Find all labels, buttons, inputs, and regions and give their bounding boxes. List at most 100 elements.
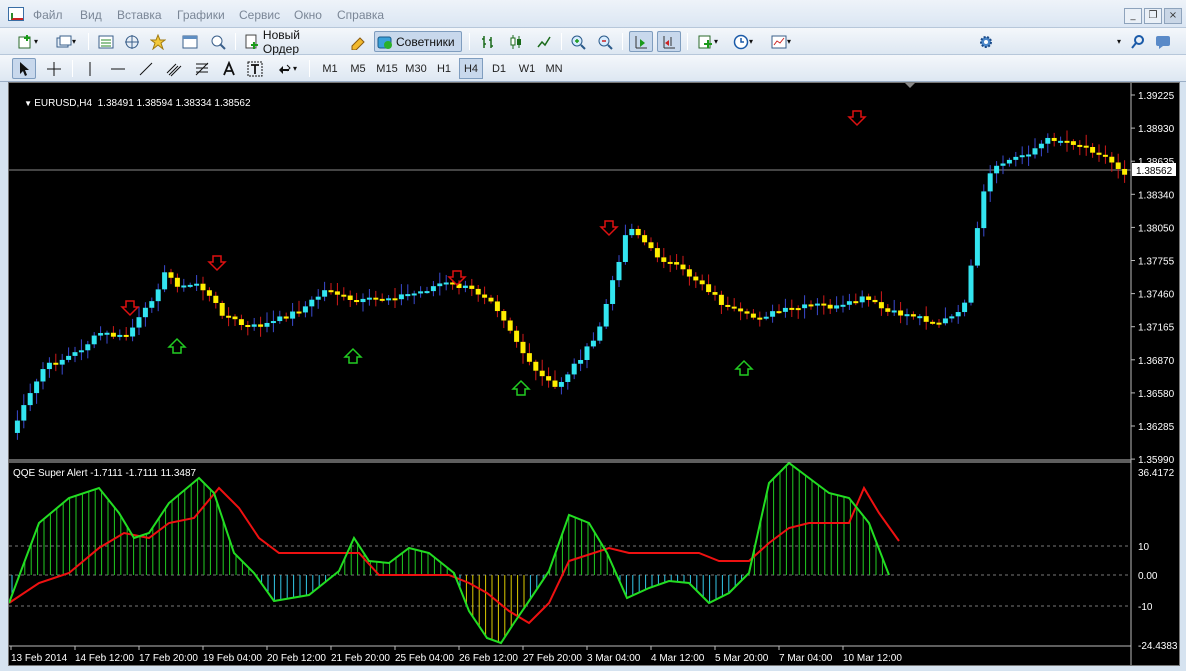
candles bbox=[14, 130, 1128, 440]
candle-body bbox=[488, 297, 494, 302]
zoom-out-button[interactable] bbox=[594, 31, 616, 52]
search-dropdown[interactable]: ▾ bbox=[1112, 31, 1126, 52]
trendline-icon bbox=[139, 62, 153, 75]
candle-body bbox=[405, 294, 411, 297]
symbol-header: ▼ EURUSD,H4 1.38491 1.38594 1.38334 1.38… bbox=[24, 98, 251, 109]
candle-body bbox=[98, 333, 104, 336]
new-order-button[interactable]: Новый Ордер bbox=[241, 28, 344, 56]
close-button[interactable]: × bbox=[1164, 8, 1182, 24]
separator bbox=[72, 60, 73, 77]
chart-shift-button[interactable] bbox=[657, 31, 681, 52]
timeframe-mn[interactable]: MN bbox=[542, 58, 566, 79]
candle-body bbox=[72, 352, 78, 356]
candle-body bbox=[443, 282, 449, 285]
candle-body bbox=[949, 316, 955, 319]
app-icon[interactable] bbox=[8, 7, 24, 21]
price-tick-label: 1.39225 bbox=[1138, 91, 1175, 102]
restore-button[interactable]: ❐ bbox=[1144, 8, 1162, 24]
indicator-axis-label: 0.00 bbox=[1138, 571, 1158, 582]
candle-body bbox=[366, 297, 372, 300]
experts-button[interactable]: Советники bbox=[374, 31, 462, 52]
arrows-button[interactable]: ▾ bbox=[272, 58, 302, 79]
chat-button[interactable] bbox=[1152, 31, 1174, 52]
auto-scroll-button[interactable] bbox=[629, 31, 653, 52]
candle-body bbox=[891, 310, 897, 313]
candle-body bbox=[866, 296, 872, 300]
candle-body bbox=[1058, 140, 1064, 143]
timeframe-m30[interactable]: M30 bbox=[402, 58, 430, 79]
timeframe-m15[interactable]: M15 bbox=[373, 58, 401, 79]
qqe-slow-line bbox=[9, 485, 900, 625]
tester-button[interactable] bbox=[207, 31, 229, 52]
symbol-header-text: EURUSD,H4 1.38491 1.38594 1.38334 1.3856… bbox=[34, 98, 251, 109]
candlestick-button[interactable] bbox=[504, 31, 528, 52]
candle-body bbox=[1090, 147, 1096, 153]
menu-help[interactable]: Справка bbox=[337, 8, 384, 22]
menu-charts[interactable]: Графики bbox=[177, 8, 225, 22]
menu-window[interactable]: Окно bbox=[294, 8, 322, 22]
minimize-button[interactable]: _ bbox=[1124, 8, 1142, 24]
timeframe-w1[interactable]: W1 bbox=[515, 58, 539, 79]
separator bbox=[235, 33, 236, 50]
menu-insert[interactable]: Вставка bbox=[117, 8, 162, 22]
timeframe-m1[interactable]: M1 bbox=[317, 58, 343, 79]
horizontal-line-icon bbox=[111, 68, 125, 69]
line-chart-button[interactable] bbox=[532, 31, 556, 52]
terminal-button[interactable] bbox=[179, 31, 201, 52]
time-tick-label: 27 Feb 20:00 bbox=[523, 653, 582, 664]
price-tick-label: 1.37165 bbox=[1138, 323, 1175, 334]
new-chart-button[interactable]: ▾ bbox=[12, 31, 44, 52]
vertical-line-button[interactable] bbox=[78, 58, 102, 79]
navigator-icon bbox=[125, 34, 139, 49]
settings-button[interactable] bbox=[976, 31, 996, 52]
menu-file[interactable]: Файл bbox=[33, 8, 63, 22]
candle-body bbox=[930, 321, 936, 324]
indicators-button[interactable]: ▾ bbox=[693, 31, 723, 52]
navigator-button[interactable] bbox=[121, 31, 143, 52]
candle-body bbox=[1038, 143, 1044, 149]
candle-body bbox=[501, 311, 507, 321]
meta-editor-button[interactable] bbox=[347, 31, 369, 52]
channel-button[interactable] bbox=[162, 58, 186, 79]
candle-body bbox=[85, 344, 91, 351]
crosshair-button[interactable] bbox=[42, 58, 66, 79]
terminal-icon bbox=[182, 35, 198, 48]
text-button[interactable] bbox=[218, 58, 240, 79]
bar-chart-button[interactable] bbox=[476, 31, 500, 52]
periods-button[interactable]: ▾ bbox=[728, 31, 758, 52]
favorites-button[interactable] bbox=[147, 31, 169, 52]
candle-body bbox=[354, 299, 360, 303]
timeframe-m5[interactable]: M5 bbox=[345, 58, 371, 79]
market-watch-button[interactable] bbox=[95, 31, 117, 52]
search-button[interactable] bbox=[1128, 31, 1148, 52]
text-label-button[interactable] bbox=[244, 58, 266, 79]
menu-view[interactable]: Вид bbox=[80, 8, 102, 22]
chart-window[interactable]: 1.39225 1.38930 1.38635 1.38340 1.38050 1.377… bbox=[8, 82, 1180, 666]
templates-button[interactable]: ▾ bbox=[763, 31, 799, 52]
fibonacci-button[interactable] bbox=[190, 58, 214, 79]
candle-body bbox=[27, 393, 33, 406]
candle-body bbox=[859, 296, 865, 303]
sell-arrow-icon bbox=[847, 110, 867, 127]
candle-body bbox=[853, 301, 859, 304]
menu-tools[interactable]: Сервис bbox=[239, 8, 280, 22]
text-label-icon bbox=[247, 61, 263, 76]
horizontal-line-button[interactable] bbox=[106, 58, 130, 79]
timeframe-h4[interactable]: H4 bbox=[459, 58, 483, 79]
chart-canvas[interactable]: 1.392251.389301.386351.383401.380501.377… bbox=[9, 83, 1179, 665]
candle-body bbox=[398, 294, 404, 300]
indicator-axis-label: 10 bbox=[1138, 542, 1150, 553]
trendline-button[interactable] bbox=[134, 58, 158, 79]
timeframe-d1[interactable]: D1 bbox=[487, 58, 511, 79]
candle-body bbox=[789, 307, 795, 310]
candle-body bbox=[142, 307, 148, 318]
profiles-button[interactable]: ▾ bbox=[50, 31, 82, 52]
timeframe-h1[interactable]: H1 bbox=[431, 58, 457, 79]
arrows-icon bbox=[278, 64, 291, 74]
price-tick-label: 1.38930 bbox=[1138, 124, 1175, 135]
candle-body bbox=[642, 235, 648, 243]
candle-body bbox=[571, 363, 577, 375]
cursor-button[interactable] bbox=[12, 58, 36, 79]
zoom-in-button[interactable] bbox=[567, 31, 589, 52]
candle-body bbox=[526, 353, 532, 362]
